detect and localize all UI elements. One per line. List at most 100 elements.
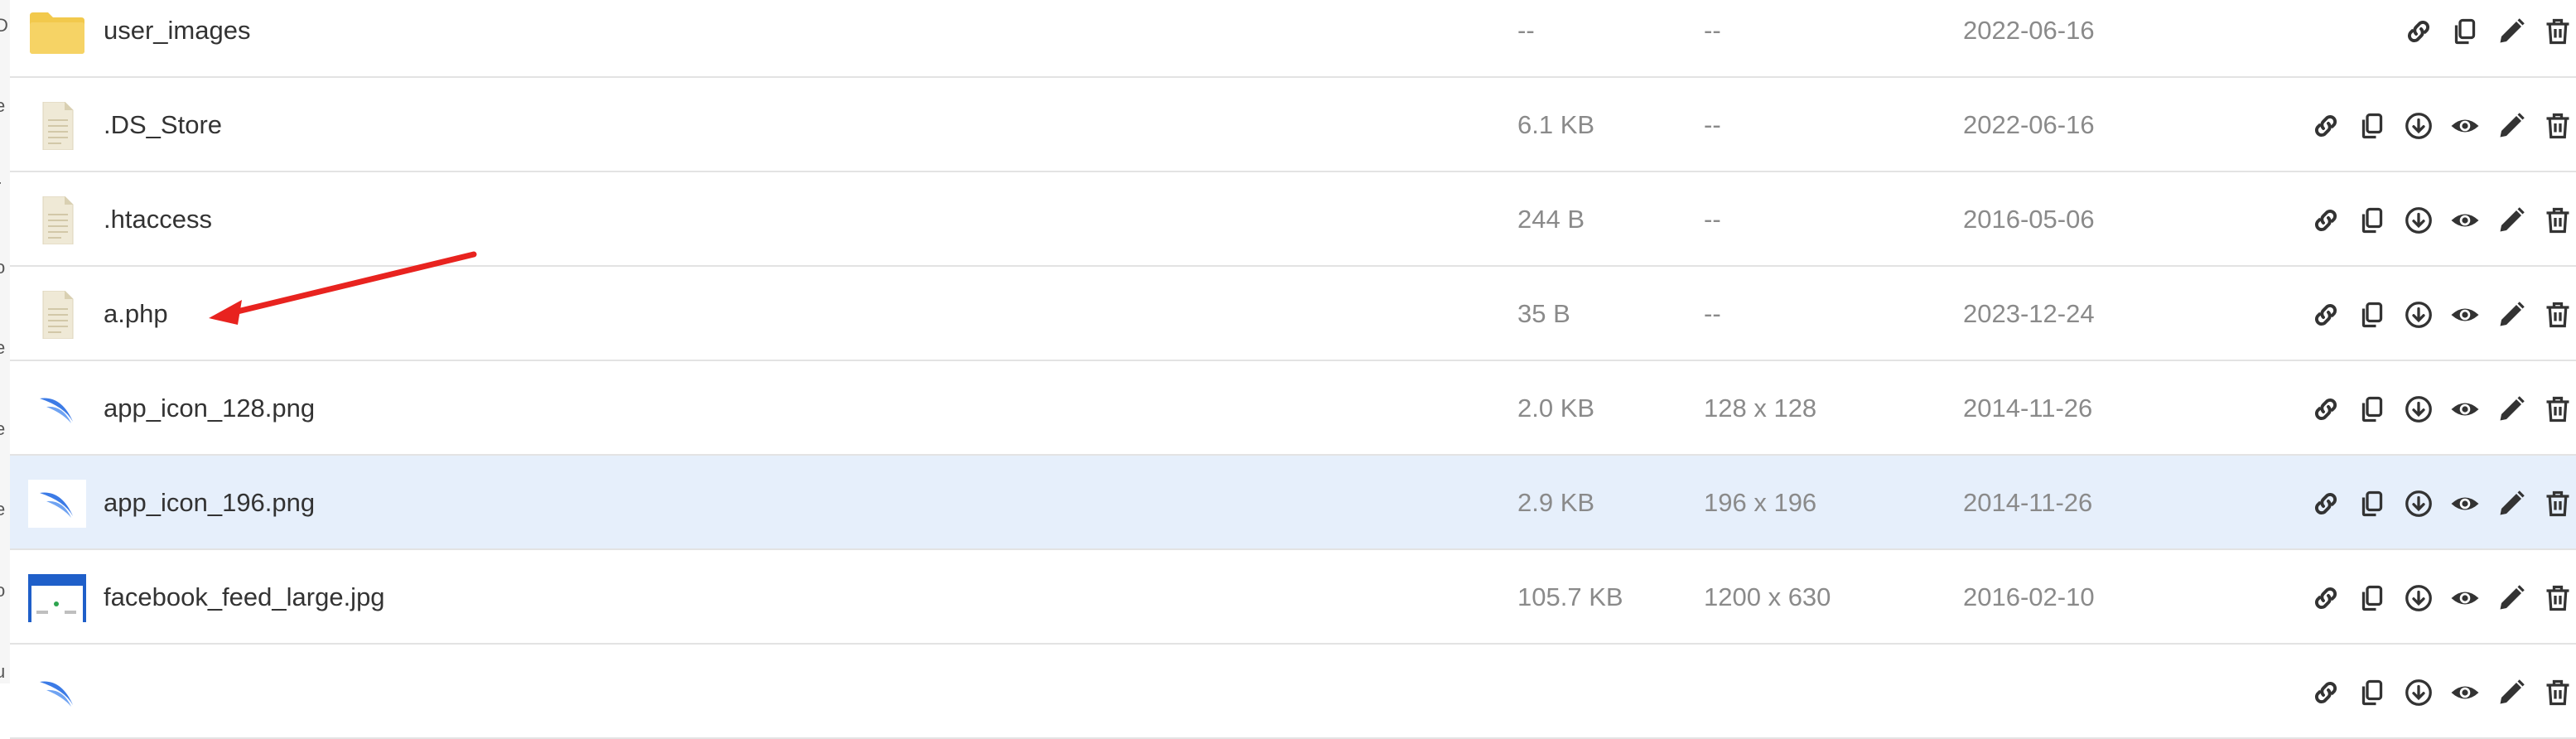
left-panel-glyph: e <box>0 418 5 440</box>
trash-icon[interactable] <box>2541 582 2574 615</box>
link-icon[interactable] <box>2309 676 2342 709</box>
download-icon[interactable] <box>2402 582 2435 615</box>
file-row[interactable]: .htaccess 244 B -- 2016-05-06 <box>10 172 2576 267</box>
link-icon[interactable] <box>2309 109 2342 142</box>
left-panel-glyph: u <box>0 661 5 683</box>
file-dimensions: 1200 x 630 <box>1704 582 1831 611</box>
pencil-icon[interactable] <box>2495 204 2528 237</box>
eye-icon[interactable] <box>2448 582 2482 615</box>
eye-icon[interactable] <box>2448 204 2482 237</box>
left-panel-glyph: D <box>0 15 8 36</box>
file-size: 244 B <box>1517 205 1585 234</box>
file-name[interactable]: .DS_Store <box>104 110 222 140</box>
left-panel-glyph: e <box>0 337 5 359</box>
link-icon[interactable] <box>2309 298 2342 331</box>
trash-icon[interactable] <box>2541 204 2574 237</box>
file-dimensions: -- <box>1704 16 1721 45</box>
file-row[interactable]: a.php 35 B -- 2023-12-24 <box>10 267 2576 361</box>
file-size: 2.9 KB <box>1517 488 1595 517</box>
file-name[interactable]: app_icon_196.png <box>104 488 315 518</box>
file-row[interactable]: user_images -- -- 2022-06-16 <box>10 0 2576 78</box>
link-icon[interactable] <box>2309 204 2342 237</box>
copy-icon[interactable] <box>2356 204 2389 237</box>
download-icon[interactable] <box>2402 109 2435 142</box>
pencil-icon[interactable] <box>2495 676 2528 709</box>
file-row[interactable]: facebook_feed_large.jpg 105.7 KB 1200 x 63… <box>10 550 2576 645</box>
file-list: user_images -- -- 2022-06-16 .DS_Store 6.1 KB… <box>10 0 2576 739</box>
pencil-icon[interactable] <box>2495 298 2528 331</box>
download-icon[interactable] <box>2402 204 2435 237</box>
image-thumbnail[interactable] <box>28 669 86 717</box>
file-date: 2023-12-24 <box>1963 299 2095 328</box>
pencil-icon[interactable] <box>2495 109 2528 142</box>
file-actions <box>2402 15 2576 48</box>
file-name[interactable]: facebook_feed_large.jpg <box>104 582 385 612</box>
file-actions <box>2309 109 2576 142</box>
trash-icon[interactable] <box>2541 109 2574 142</box>
download-icon[interactable] <box>2402 676 2435 709</box>
pencil-icon[interactable] <box>2495 15 2528 48</box>
file-size: 105.7 KB <box>1517 582 1623 611</box>
file-icon[interactable] <box>28 196 86 244</box>
file-icon[interactable] <box>28 102 86 150</box>
file-size: 35 B <box>1517 299 1570 328</box>
copy-icon[interactable] <box>2356 298 2389 331</box>
left-panel-glyph: r <box>0 176 1 197</box>
link-icon[interactable] <box>2309 582 2342 615</box>
download-icon[interactable] <box>2402 487 2435 520</box>
link-icon[interactable] <box>2309 393 2342 426</box>
file-actions <box>2309 582 2576 615</box>
trash-icon[interactable] <box>2541 15 2574 48</box>
copy-icon[interactable] <box>2356 393 2389 426</box>
file-actions <box>2309 298 2576 331</box>
file-size: 6.1 KB <box>1517 110 1595 139</box>
copy-icon[interactable] <box>2356 676 2389 709</box>
eye-icon[interactable] <box>2448 109 2482 142</box>
pencil-icon[interactable] <box>2495 487 2528 520</box>
download-icon[interactable] <box>2402 393 2435 426</box>
file-size: -- <box>1517 16 1535 45</box>
copy-icon[interactable] <box>2356 487 2389 520</box>
file-date: 2022-06-16 <box>1963 16 2095 45</box>
copy-icon[interactable] <box>2448 15 2482 48</box>
pencil-icon[interactable] <box>2495 582 2528 615</box>
file-actions <box>2309 393 2576 426</box>
folder-icon[interactable] <box>28 7 86 56</box>
eye-icon[interactable] <box>2448 676 2482 709</box>
file-actions <box>2309 204 2576 237</box>
file-dimensions: 196 x 196 <box>1704 488 1817 517</box>
file-date: 2014-11-26 <box>1963 394 2093 423</box>
image-thumbnail[interactable] <box>28 574 86 622</box>
file-row[interactable]: app_icon_128.png 2.0 KB 128 x 128 2014-11-2… <box>10 361 2576 456</box>
file-dimensions: -- <box>1704 110 1721 139</box>
file-icon[interactable] <box>28 291 86 339</box>
trash-icon[interactable] <box>2541 676 2574 709</box>
trash-icon[interactable] <box>2541 393 2574 426</box>
eye-icon[interactable] <box>2448 393 2482 426</box>
file-dimensions: -- <box>1704 299 1721 328</box>
download-icon[interactable] <box>2402 298 2435 331</box>
file-date: 2014-11-26 <box>1963 488 2093 517</box>
file-date: 2016-02-10 <box>1963 582 2095 611</box>
file-date: 2022-06-16 <box>1963 110 2095 139</box>
eye-icon[interactable] <box>2448 298 2482 331</box>
file-actions <box>2309 676 2576 709</box>
file-row[interactable] <box>10 645 2576 739</box>
file-name[interactable]: user_images <box>104 16 250 46</box>
file-dimensions: -- <box>1704 205 1721 234</box>
image-thumbnail[interactable] <box>28 385 86 433</box>
link-icon[interactable] <box>2309 487 2342 520</box>
file-name[interactable]: a.php <box>104 299 168 329</box>
copy-icon[interactable] <box>2356 109 2389 142</box>
copy-icon[interactable] <box>2356 582 2389 615</box>
link-icon[interactable] <box>2402 15 2435 48</box>
file-row[interactable]: app_icon_196.png 2.9 KB 196 x 196 2014-11-2… <box>10 456 2576 550</box>
file-row[interactable]: .DS_Store 6.1 KB -- 2022-06-16 <box>10 78 2576 172</box>
pencil-icon[interactable] <box>2495 393 2528 426</box>
file-name[interactable]: .htaccess <box>104 205 212 234</box>
trash-icon[interactable] <box>2541 298 2574 331</box>
trash-icon[interactable] <box>2541 487 2574 520</box>
image-thumbnail[interactable] <box>28 480 86 528</box>
file-name[interactable]: app_icon_128.png <box>104 394 315 423</box>
eye-icon[interactable] <box>2448 487 2482 520</box>
